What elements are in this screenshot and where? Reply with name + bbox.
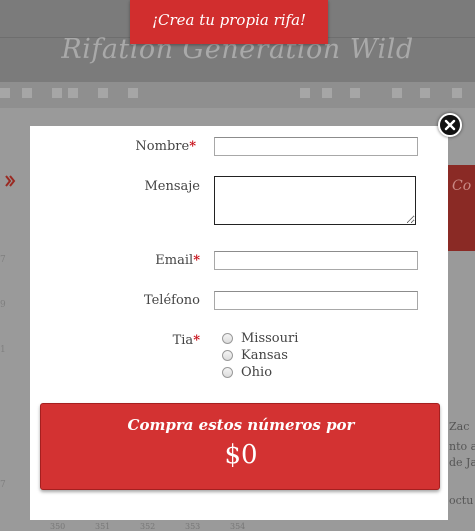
side-text: octu [449, 494, 474, 507]
radio-label: Missouri [241, 331, 299, 346]
radio-label: Kansas [241, 348, 288, 363]
purchase-modal: Nombre* Mensaje Email* Teléfono Tia* Mis… [30, 126, 448, 520]
band-square [52, 88, 62, 98]
telefono-input[interactable] [214, 291, 418, 310]
arrow-icon [4, 175, 16, 191]
bottom-number: 352 [140, 522, 156, 531]
mensaje-label: Mensaje [144, 179, 200, 194]
nombre-input[interactable] [214, 137, 418, 156]
radio-button[interactable] [222, 367, 233, 378]
close-icon[interactable] [438, 113, 462, 137]
buy-button-label: Compra estos números por [127, 416, 355, 434]
band-square [420, 88, 430, 98]
radio-button[interactable] [222, 350, 233, 361]
side-text: Zac [449, 420, 470, 433]
buy-button-price: $0 [224, 440, 258, 470]
nombre-label: Nombre* [135, 139, 196, 154]
banner-text: ¡Crea tu propia rifa! [151, 11, 307, 29]
right-tab-text: Co [452, 178, 472, 194]
band-square [98, 88, 108, 98]
band-square [350, 88, 360, 98]
radio-label: Ohio [241, 365, 273, 380]
email-label: Email* [155, 253, 200, 268]
side-text: de Ja [449, 456, 475, 469]
band-square [392, 88, 402, 98]
required-mark: * [193, 253, 200, 268]
bottom-number: 350 [50, 522, 66, 531]
email-input[interactable] [214, 251, 418, 270]
bottom-number: 354 [230, 522, 246, 531]
side-number: 7 [0, 480, 6, 490]
radio-option-ohio[interactable]: Ohio [222, 364, 272, 381]
telefono-label: Teléfono [143, 293, 200, 308]
bottom-number: 351 [95, 522, 111, 531]
radio-button[interactable] [222, 333, 233, 344]
band-square [128, 88, 138, 98]
band-square [22, 88, 32, 98]
required-mark: * [189, 139, 196, 154]
band-square [300, 88, 310, 98]
tia-label: Tia* [172, 333, 200, 348]
create-raffle-banner[interactable]: ¡Crea tu propia rifa! [130, 0, 328, 44]
side-number: 7 [0, 255, 6, 265]
buy-numbers-button[interactable]: Compra estos números por $0 [40, 403, 440, 490]
side-number: 1 [0, 345, 6, 355]
band-square [452, 88, 462, 98]
band-square [0, 88, 10, 98]
required-mark: * [193, 333, 200, 348]
radio-option-kansas[interactable]: Kansas [222, 347, 288, 364]
bottom-number: 353 [185, 522, 201, 531]
side-number: 9 [0, 300, 6, 310]
band-square [322, 88, 332, 98]
side-text: nto a [449, 440, 475, 453]
band-square [68, 88, 78, 98]
radio-option-missouri[interactable]: Missouri [222, 330, 298, 347]
mensaje-textarea[interactable] [214, 176, 416, 225]
